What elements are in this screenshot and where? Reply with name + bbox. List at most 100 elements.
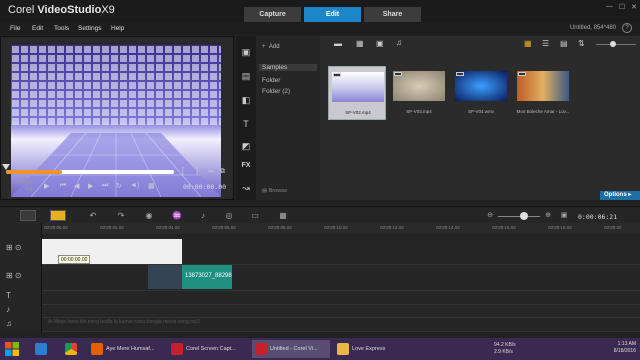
clip-tooltip: 00:00:00.00: [58, 255, 91, 264]
redo-icon[interactable]: ↷: [114, 209, 128, 222]
details-view-icon[interactable]: ▤: [560, 39, 568, 48]
undo-icon[interactable]: ↶: [86, 209, 100, 222]
thumbnail-size-knob[interactable]: [610, 41, 616, 47]
system-clock[interactable]: 1:13 AM 8/18/2016: [614, 341, 636, 355]
enlarge-icon[interactable]: ⧉: [220, 168, 225, 176]
transition-icon[interactable]: ◧: [239, 94, 253, 106]
media-thumb[interactable]: SP-V04.wmv: [452, 66, 510, 120]
taskbar-item[interactable]: Love Express: [334, 340, 400, 358]
music-track-icon[interactable]: ♫: [6, 319, 32, 328]
sound-mixer-icon[interactable]: ♒: [170, 209, 184, 222]
video-tag-icon: [394, 72, 402, 76]
menu-file[interactable]: File: [10, 25, 20, 32]
media-thumb[interactable]: SP-V02.mp4: [328, 66, 386, 120]
folder-item[interactable]: Folder: [259, 77, 317, 84]
minimize-icon[interactable]: —: [606, 3, 613, 11]
help-icon[interactable]: ?: [622, 23, 632, 33]
video-preview[interactable]: [11, 45, 221, 197]
browse-button[interactable]: ▤ Browse: [262, 188, 287, 194]
close-icon[interactable]: ✕: [631, 3, 637, 11]
library-folders: + Add Samples Folder Folder (2) ▤ Browse: [256, 36, 320, 200]
overlay-clip-label: 13873027_88298: [185, 273, 232, 279]
mark-out-icon[interactable]: ]: [196, 168, 198, 175]
motion-tracking-icon[interactable]: ◎: [222, 209, 236, 222]
tab-share[interactable]: Share: [364, 7, 421, 22]
taskbar-chrome[interactable]: [62, 340, 80, 358]
scrub-progress: [6, 170, 62, 174]
zoom-out-icon[interactable]: ⊖: [484, 209, 496, 222]
graphic-icon[interactable]: ◩: [239, 140, 253, 152]
screen-capture-icon: [171, 343, 183, 355]
play-icon[interactable]: ▶: [44, 182, 49, 190]
fit-timeline-icon[interactable]: ▣: [558, 209, 570, 222]
add-folder-button[interactable]: + Add: [262, 44, 280, 50]
sort-icon[interactable]: ⇅: [578, 39, 585, 48]
video-track-icon[interactable]: ⊞ ⊙: [6, 243, 32, 252]
previous-icon[interactable]: ◀: [74, 182, 79, 190]
timeline-view-button[interactable]: [50, 210, 66, 221]
video-filter-icon[interactable]: ▦: [356, 39, 364, 48]
library-panel: + Add Samples Folder Folder (2) ▤ Browse…: [256, 36, 640, 200]
menu-tools[interactable]: Tools: [54, 25, 69, 32]
subtitle-editor-icon[interactable]: ▭: [248, 209, 262, 222]
menu-help[interactable]: Help: [111, 25, 124, 32]
folder-item[interactable]: Samples: [259, 64, 317, 71]
voice-track-icon[interactable]: ♪: [6, 305, 32, 314]
maximize-icon[interactable]: ☐: [619, 3, 625, 11]
workspace-tabs: Capture Edit Share: [244, 7, 421, 22]
video-tag-icon: [456, 72, 464, 76]
media-thumb[interactable]: Mon Boleche Amar - Lov...: [514, 66, 572, 120]
path-icon[interactable]: ↝: [239, 182, 253, 194]
folder-icon[interactable]: ▬: [334, 39, 342, 48]
track-headers: ⊞ ⊙ ⊞ ⊙ T ♪ ♫: [0, 223, 42, 332]
home-icon[interactable]: ⏮: [60, 182, 66, 190]
multi-camera-icon[interactable]: ▦: [276, 209, 290, 222]
overlay-track-icon[interactable]: ⊞ ⊙: [6, 271, 32, 280]
end-icon[interactable]: ⏭: [102, 182, 108, 190]
plus-icon: +: [262, 44, 266, 50]
video-tag-icon: [518, 72, 526, 76]
windows-start-icon[interactable]: [4, 341, 20, 357]
auto-music-icon[interactable]: ♪: [196, 209, 210, 222]
filter-icon[interactable]: FX: [239, 160, 253, 172]
taskbar-item[interactable]: Aye Mere Humsaf...: [88, 340, 164, 358]
tab-capture[interactable]: Capture: [244, 7, 301, 22]
next-icon[interactable]: ▶: [88, 182, 93, 190]
app-window: Corel VideoStudioX9 Capture Edit Share —…: [0, 0, 640, 360]
volume-icon[interactable]: ◄): [130, 182, 139, 189]
tab-edit[interactable]: Edit: [304, 7, 361, 22]
list-view-icon[interactable]: ☰: [542, 39, 549, 48]
thumbnail-size-slider[interactable]: [596, 44, 636, 45]
taskbar-ie[interactable]: [32, 340, 50, 358]
audio-filter-icon[interactable]: ♫: [396, 38, 402, 47]
hd-icon[interactable]: ▦: [148, 182, 155, 190]
title-icon[interactable]: T: [239, 118, 253, 130]
overlay-clip[interactable]: 13873027_88298: [148, 265, 232, 289]
options-button[interactable]: Options ▸: [600, 191, 640, 200]
mark-in-icon[interactable]: [: [182, 168, 184, 175]
zoom-slider-knob[interactable]: [520, 212, 528, 220]
menu-settings[interactable]: Settings: [78, 25, 102, 32]
thumbnail-view-icon[interactable]: ▦: [524, 39, 532, 48]
repeat-icon[interactable]: ↻: [116, 182, 122, 190]
instant-project-icon[interactable]: ▤: [239, 70, 253, 82]
folder-item[interactable]: Folder (2): [259, 88, 317, 95]
split-icon[interactable]: ✂: [208, 168, 214, 176]
zoom-in-icon[interactable]: ⊕: [542, 209, 554, 222]
library-filter-bar: ▬ ▦ ▣ ♫ ▦ ☰ ▤ ⇅: [320, 36, 640, 52]
taskbar-item[interactable]: Untitled - Corel Vi...: [252, 340, 330, 358]
player-timecode[interactable]: 00:00:00.00: [183, 183, 226, 191]
record-capture-icon[interactable]: ◉: [142, 209, 156, 222]
project-clip-mode[interactable]: Project Clip: [18, 180, 34, 194]
title-track-icon[interactable]: T: [6, 291, 32, 300]
photo-filter-icon[interactable]: ▣: [376, 39, 384, 48]
storyboard-view-button[interactable]: [20, 210, 36, 221]
folder-icon: [337, 343, 349, 355]
media-icon[interactable]: ▣: [239, 46, 253, 58]
timeline-timecode[interactable]: 0:00:06:21: [578, 213, 617, 221]
media-thumb[interactable]: SP-V03.mp4: [390, 66, 448, 120]
taskbar-item[interactable]: Corel Screen Capt...: [168, 340, 248, 358]
zoom-slider[interactable]: [498, 216, 540, 217]
menu-edit[interactable]: Edit: [32, 25, 43, 32]
window-controls: — ☐ ✕: [606, 3, 637, 11]
